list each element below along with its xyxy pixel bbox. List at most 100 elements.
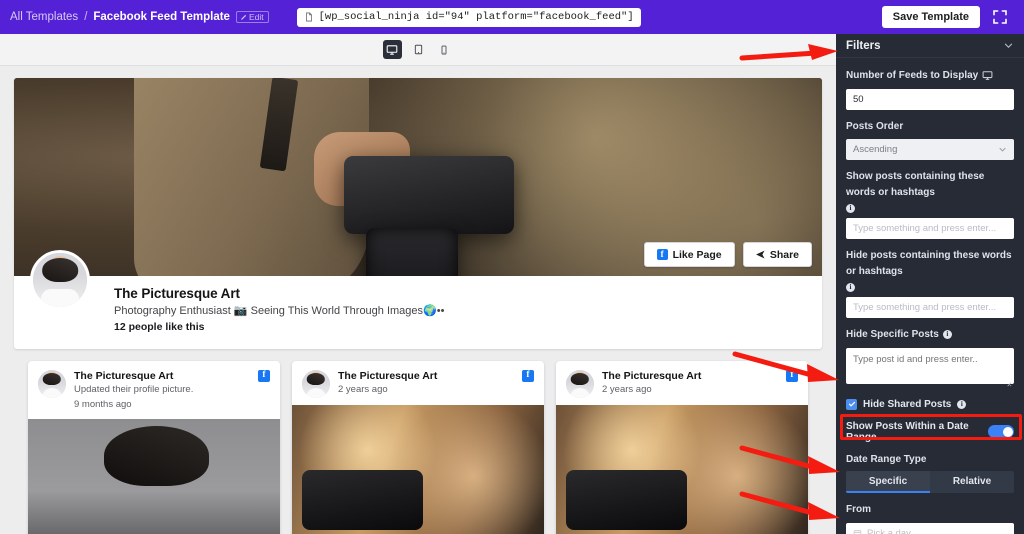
date-range-toggle-label: Show Posts Within a Date Range <box>846 420 969 443</box>
page-profile-text: The Picturesque Art Photography Enthusia… <box>114 276 444 333</box>
show-words-label: Show posts containing these words or has… <box>846 169 1014 213</box>
calendar-icon <box>853 529 862 534</box>
filters-sidebar: Filters Number of Feeds to Display Posts… <box>836 34 1024 534</box>
info-icon[interactable]: i <box>846 283 855 292</box>
post-header: The Picturesque Art Updated their profil… <box>28 361 280 419</box>
facebook-icon: f <box>656 249 668 260</box>
post-card[interactable]: The Picturesque Art 2 years ago f <box>292 361 544 534</box>
avatar-art <box>38 370 66 398</box>
breadcrumb-current-template: Facebook Feed Template <box>93 11 230 23</box>
like-page-button[interactable]: f Like Page <box>643 242 735 267</box>
device-mobile-button[interactable] <box>435 40 454 59</box>
document-icon <box>305 12 312 22</box>
device-desktop-button[interactable] <box>382 40 402 59</box>
facebook-icon: f <box>522 370 534 382</box>
hide-specific-field-wrap <box>846 347 1014 389</box>
app-root: All Templates / Facebook Feed Template E… <box>0 0 1024 534</box>
filters-panel-body: Number of Feeds to Display Posts Order A… <box>836 58 1024 534</box>
post-author: The Picturesque Art <box>74 370 174 382</box>
date-range-type-relative-tab[interactable]: Relative <box>930 471 1014 493</box>
from-date-field[interactable]: Pick a day <box>846 522 1014 534</box>
facebook-icon: f <box>258 370 270 382</box>
breadcrumb-all-templates[interactable]: All Templates <box>10 11 78 23</box>
cover-photo: f Like Page ➤ Share <box>14 78 822 276</box>
pencil-icon <box>241 14 247 20</box>
info-icon[interactable]: i <box>942 330 952 340</box>
breadcrumb-separator: / <box>84 11 88 23</box>
feeds-count-label: Number of Feeds to Display <box>846 68 1014 84</box>
cover-photo-art-camera-lens <box>366 228 458 276</box>
like-page-label: Like Page <box>672 248 722 261</box>
chevron-down-icon[interactable] <box>1003 40 1014 51</box>
show-words-input[interactable] <box>846 218 1014 239</box>
hide-shared-posts-checkbox[interactable] <box>846 398 857 410</box>
from-date-placeholder: Pick a day <box>867 527 911 534</box>
edit-badge-label: Edit <box>248 11 264 22</box>
device-tablet-button[interactable] <box>409 40 428 59</box>
posts-order-select[interactable]: Ascending <box>846 139 1014 160</box>
top-bar: All Templates / Facebook Feed Template E… <box>0 0 1024 34</box>
post-action: Updated their profile picture. <box>74 384 194 395</box>
post-meta: The Picturesque Art Updated their profil… <box>74 370 258 412</box>
post-grid: The Picturesque Art Updated their profil… <box>14 349 822 534</box>
info-icon[interactable]: i <box>846 204 855 213</box>
post-avatar <box>566 370 594 398</box>
from-label: From <box>846 504 871 515</box>
page-profile-row: The Picturesque Art Photography Enthusia… <box>14 250 822 349</box>
date-range-toggle-switch[interactable] <box>988 425 1014 438</box>
post-avatar <box>38 370 66 398</box>
post-timestamp: 9 months ago <box>74 398 132 410</box>
post-card[interactable]: The Picturesque Art Updated their profil… <box>28 361 280 534</box>
share-button[interactable]: ➤ Share <box>742 242 812 267</box>
shortcode-text: [wp_social_ninja id="94" platform="faceb… <box>318 11 634 23</box>
post-author: The Picturesque Art <box>602 370 702 382</box>
facebook-feed-preview: f Like Page ➤ Share The Picturesque Art … <box>0 66 836 534</box>
feeds-count-input[interactable] <box>846 88 1014 110</box>
shortcode-field[interactable]: [wp_social_ninja id="94" platform="faceb… <box>296 7 641 27</box>
date-range-type-specific-tab[interactable]: Specific <box>846 471 930 493</box>
hide-shared-posts-row[interactable]: Hide Shared Posts i <box>846 398 1014 410</box>
expand-icon[interactable] <box>992 9 1008 25</box>
hide-specific-label-text: Hide Specific Posts <box>846 329 939 340</box>
preview-area: f Like Page ➤ Share The Picturesque Art … <box>0 34 836 534</box>
posts-order-label: Posts Order <box>846 120 904 132</box>
cover-action-buttons: f Like Page ➤ Share <box>643 242 812 267</box>
share-label: Share <box>769 248 799 261</box>
cover-photo-art-camera-body <box>344 156 514 234</box>
edit-template-badge[interactable]: Edit <box>235 10 269 24</box>
post-timestamp: 2 years ago <box>602 384 652 395</box>
tablet-icon <box>414 44 422 55</box>
avatar-art <box>302 370 330 398</box>
avatar-art <box>566 370 594 398</box>
hide-words-input[interactable] <box>846 297 1014 318</box>
hide-words-label: Hide posts containing these words or has… <box>846 248 1014 292</box>
page-bio: Photography Enthusiast 📷 Seeing This Wor… <box>114 305 445 317</box>
filters-title: Filters <box>846 39 881 52</box>
share-arrow-icon: ➤ <box>755 249 765 261</box>
post-card[interactable]: The Picturesque Art 2 years ago f <box>556 361 808 534</box>
post-image <box>292 405 544 534</box>
hide-specific-label: Hide Specific Posts i <box>846 327 1014 343</box>
post-header: The Picturesque Art 2 years ago f <box>292 361 544 405</box>
chevron-down-icon <box>999 147 1006 152</box>
post-author: The Picturesque Art <box>338 370 438 382</box>
check-icon <box>848 401 855 407</box>
show-words-label-text: Show posts containing these words or has… <box>846 171 985 198</box>
post-meta: The Picturesque Art 2 years ago <box>338 370 522 397</box>
filters-panel-header[interactable]: Filters <box>836 34 1024 58</box>
feeds-count-label-text: Number of Feeds to Display <box>846 70 979 81</box>
mobile-icon <box>441 45 447 54</box>
post-timestamp: 2 years ago <box>338 384 388 395</box>
save-template-button[interactable]: Save Template <box>881 6 980 28</box>
page-like-count: 12 people like this <box>114 321 205 333</box>
post-avatar <box>302 370 330 398</box>
desktop-icon <box>386 44 398 55</box>
device-preview-toolbar <box>0 34 836 66</box>
page-cover-card: f Like Page ➤ Share The Picturesque Art … <box>14 78 822 349</box>
info-icon[interactable]: i <box>957 399 967 409</box>
hide-words-label-text: Hide posts containing these words or has… <box>846 250 1012 277</box>
facebook-icon: f <box>786 370 798 382</box>
monitor-icon <box>982 71 993 81</box>
hide-specific-textarea[interactable] <box>846 347 1014 384</box>
date-range-toggle-row[interactable]: Show Posts Within a Date Range <box>846 421 1014 443</box>
